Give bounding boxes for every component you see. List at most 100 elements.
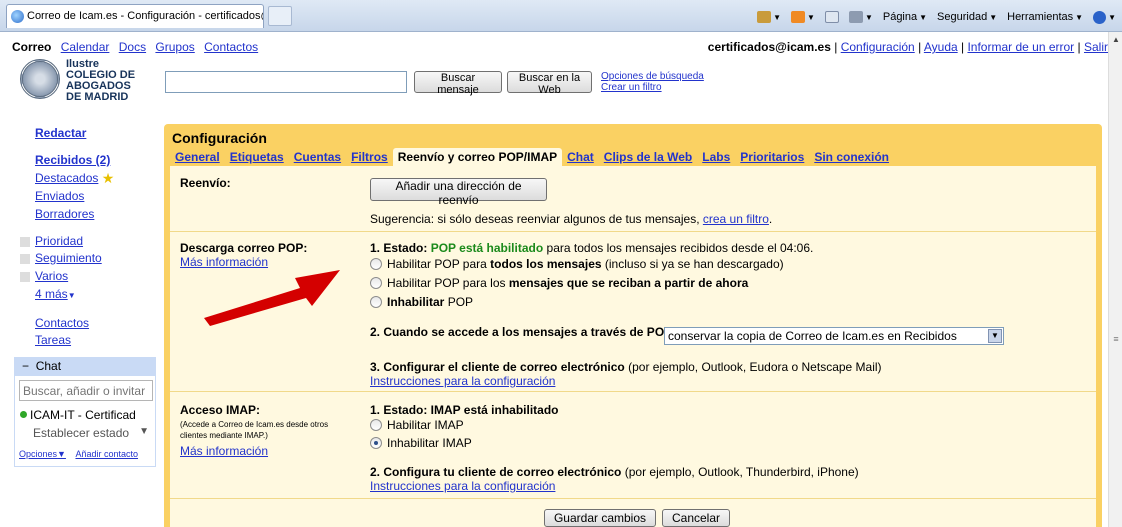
pop-disable-radio[interactable]	[370, 296, 382, 308]
forwarding-section: Reenvío: Añadir una dirección de reenvío…	[170, 166, 1096, 232]
online-status-icon	[20, 411, 27, 418]
add-forwarding-address-button[interactable]: Añadir una dirección de reenvío	[370, 178, 547, 207]
tab-priority[interactable]: Prioritarios	[735, 148, 809, 166]
imap-enable-radio[interactable]	[370, 419, 382, 431]
tools-menu[interactable]: Herramientas ▼	[1007, 11, 1083, 23]
home-icon	[757, 11, 772, 23]
seal-icon	[20, 59, 60, 99]
pop-option-new[interactable]: Habilitar POP para los mensajes que se r…	[370, 276, 748, 290]
chevron-down-icon: ▼	[1108, 12, 1116, 22]
nav-groups[interactable]: Grupos	[155, 40, 194, 54]
tab-labs[interactable]: Labs	[697, 148, 735, 166]
pop-status: 1. Estado: POP está habilitado para todo…	[370, 241, 813, 255]
security-menu[interactable]: Seguridad ▼	[937, 11, 997, 23]
feeds-button[interactable]: ▼	[791, 11, 815, 23]
read-mail-button[interactable]	[824, 11, 839, 23]
logout-link[interactable]: Salir	[1084, 40, 1108, 54]
tasks-link[interactable]: Tareas	[35, 333, 71, 347]
tab-web-clips[interactable]: Clips de la Web	[599, 148, 697, 166]
home-button[interactable]: ▼	[757, 11, 781, 23]
scrollbar[interactable]: ▲ ≡	[1108, 32, 1122, 527]
chevron-down-icon: ▼	[989, 12, 998, 22]
pop-access-select[interactable]: conservar la copia de Correo de Icam.es …	[664, 327, 1004, 345]
security-menu-label: Seguridad	[937, 11, 988, 23]
pop-label: Descarga correo POP:	[180, 241, 308, 255]
chevron-down-icon: ▼	[1075, 12, 1084, 22]
inbox-link[interactable]: Recibidos (2)	[35, 153, 110, 167]
tab-forwarding-pop-imap[interactable]: Reenvío y correo POP/IMAP	[392, 148, 563, 166]
settings-link[interactable]: Configuración	[841, 40, 915, 54]
chat-contact[interactable]: ICAM-IT - Certificad	[20, 408, 153, 422]
chat-options-label: Opciones	[19, 449, 58, 459]
help-menu[interactable]: ▼	[1093, 10, 1116, 24]
page-menu[interactable]: Página ▼	[883, 11, 927, 23]
imap-option-disable[interactable]: Inhabilitar IMAP	[370, 436, 472, 450]
report-bug-link[interactable]: Informar de un error	[967, 40, 1074, 54]
starred-item[interactable]: Destacados ★	[35, 170, 114, 187]
browser-tab-title: Correo de Icam.es - Configuración - cert…	[27, 10, 263, 22]
tab-chat[interactable]: Chat	[562, 148, 599, 166]
cancel-button[interactable]: Cancelar	[662, 509, 730, 527]
tab-accounts[interactable]: Cuentas	[289, 148, 346, 166]
chevron-down-icon: ▼	[864, 12, 873, 22]
nav-calendar[interactable]: Calendar	[61, 40, 110, 54]
pop-access-text: 2. Cuando se accede a los mensajes a tra…	[370, 325, 673, 339]
chevron-down-icon: ▼	[67, 291, 76, 300]
pop-all-radio[interactable]	[370, 258, 382, 270]
label-followup-link[interactable]: Seguimiento	[35, 251, 102, 265]
tab-offline[interactable]: Sin conexión	[809, 148, 894, 166]
label-priority-link[interactable]: Prioridad	[35, 234, 83, 248]
imap-more-info-link[interactable]: Más información	[180, 444, 268, 458]
add-contact-link[interactable]: Añadir contacto	[75, 449, 138, 459]
chat-search-input[interactable]	[19, 380, 153, 401]
imap-instructions-link[interactable]: Instrucciones para la configuración	[370, 479, 555, 493]
logo[interactable]: Ilustre COLEGIO DE ABOGADOS DE MADRID	[16, 57, 156, 117]
create-filter-link[interactable]: Crear un filtro	[601, 82, 704, 93]
imap-disable-radio[interactable]	[370, 437, 382, 449]
chat-header[interactable]: − Chat	[14, 357, 156, 375]
tab-filters[interactable]: Filtros	[346, 148, 393, 166]
contacts-link[interactable]: Contactos	[35, 316, 89, 330]
search-web-button[interactable]: Buscar en la Web	[507, 71, 592, 96]
compose-link[interactable]: Redactar	[35, 126, 86, 140]
sent-link[interactable]: Enviados	[35, 189, 84, 203]
search-mail-button[interactable]: Buscar mensaje	[414, 71, 502, 96]
chevron-down-icon: ▼	[773, 12, 782, 22]
scroll-up-arrow-icon[interactable]: ▲	[1110, 34, 1122, 46]
create-filter-tip-link[interactable]: crea un filtro	[703, 212, 769, 226]
more-labels-link[interactable]: 4 más	[35, 287, 68, 301]
save-changes-button[interactable]: Guardar cambios	[544, 509, 656, 527]
tab-labels[interactable]: Etiquetas	[225, 148, 289, 166]
new-tab-button[interactable]	[268, 6, 292, 26]
nav-contacts[interactable]: Contactos	[204, 40, 258, 54]
arrow-shape	[204, 270, 340, 326]
search-input[interactable]	[165, 71, 407, 93]
search-options-link[interactable]: Opciones de búsqueda	[601, 71, 704, 82]
imap-option-enable[interactable]: Habilitar IMAP	[370, 418, 464, 432]
nav-docs[interactable]: Docs	[119, 40, 146, 54]
pop-status-prefix: 1. Estado:	[370, 241, 428, 255]
help-link[interactable]: Ayuda	[924, 40, 958, 54]
browser-tab[interactable]: Correo de Icam.es - Configuración - cert…	[6, 4, 264, 28]
account-bar: certificados@icam.es | Configuración | A…	[707, 40, 1108, 54]
starred-link[interactable]: Destacados	[35, 171, 98, 185]
pop-option-all-prefix: Habilitar POP para	[387, 257, 487, 271]
pop-configure: 3. Configurar el cliente de correo elect…	[370, 360, 882, 374]
help-icon	[1093, 10, 1107, 24]
pop-option-new-bold: mensajes que se reciban a partir de ahor…	[508, 276, 749, 290]
chat-status-select[interactable]: Establecer estado ▼	[33, 426, 153, 440]
tab-general[interactable]: General	[170, 148, 225, 166]
more-labels[interactable]: 4 más▼	[35, 287, 76, 301]
print-button[interactable]: ▼	[848, 11, 873, 23]
drafts-link[interactable]: Borradores	[35, 207, 94, 221]
chat-options-link[interactable]: Opciones▼	[19, 449, 66, 459]
pop-instructions-link[interactable]: Instrucciones para la configuración	[370, 374, 555, 388]
pop-option-all[interactable]: Habilitar POP para todos los mensajes (i…	[370, 257, 784, 271]
chat-title: Chat	[35, 359, 62, 373]
pop-option-disable[interactable]: Inhabilitar POP	[370, 295, 473, 309]
imap-configure-bold: 2. Configura tu cliente de correo electr…	[370, 465, 622, 479]
red-arrow-annotation	[204, 270, 340, 326]
printer-icon	[848, 11, 863, 23]
pop-new-radio[interactable]	[370, 277, 382, 289]
label-misc-link[interactable]: Varios	[35, 269, 68, 283]
